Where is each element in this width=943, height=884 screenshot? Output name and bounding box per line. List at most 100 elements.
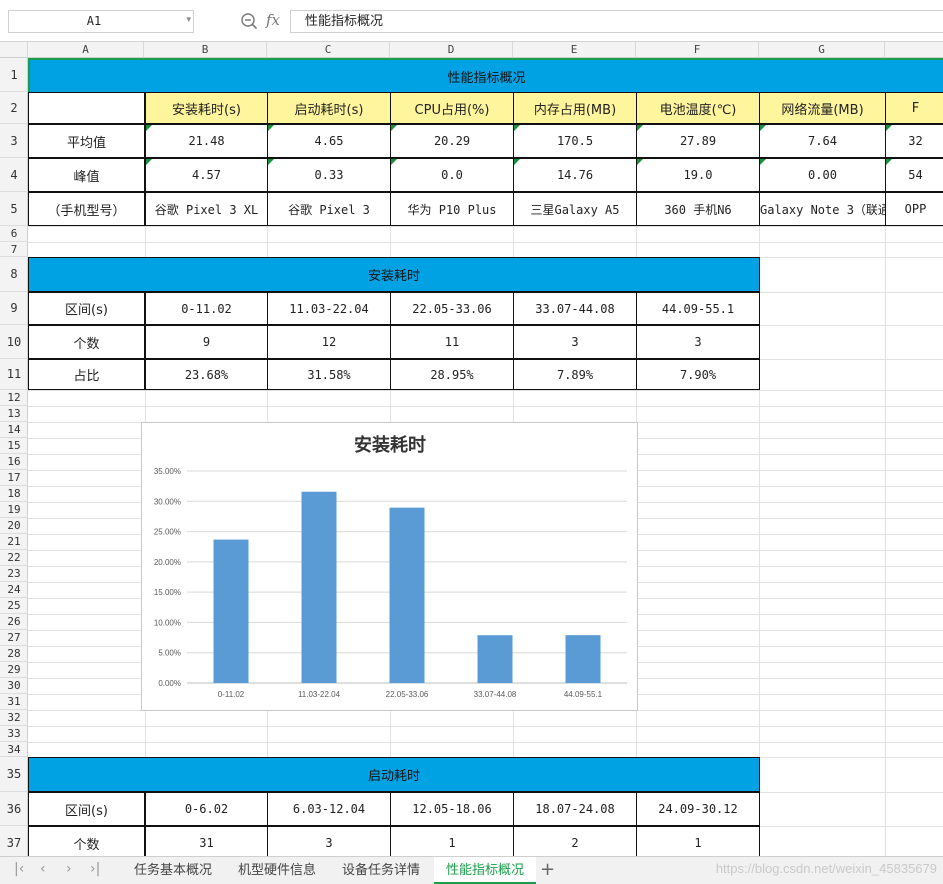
chevron-down-icon[interactable]: ▾ [186, 15, 191, 25]
row-header[interactable]: 32 [0, 710, 28, 726]
install-ratio-label[interactable]: 占比 [28, 359, 145, 390]
row-header[interactable]: 27 [0, 630, 28, 646]
perf-model-cell[interactable]: Galaxy Note 3（联通 [759, 192, 886, 226]
row-header[interactable]: 20 [0, 518, 28, 534]
perf-header-cell[interactable]: 网络流量(MB) [759, 92, 886, 124]
row-header[interactable]: 8 [0, 257, 28, 292]
select-all-corner[interactable] [0, 42, 28, 58]
perf-peak-cell[interactable]: 0.0 [390, 158, 514, 192]
install-ratios-cell[interactable]: 23.68% [145, 359, 268, 390]
zoom-formula-icon[interactable] [240, 12, 258, 30]
row-header[interactable]: 29 [0, 662, 28, 678]
row-header[interactable]: 21 [0, 534, 28, 550]
install-ranges-cell[interactable]: 0-11.02 [145, 292, 268, 325]
startup-counts-cell[interactable]: 1 [390, 826, 514, 856]
startup-range-label[interactable]: 区间(s) [28, 792, 145, 826]
install-range-label[interactable]: 区间(s) [28, 292, 145, 325]
first-sheet-icon[interactable]: |‹ [14, 861, 24, 877]
name-box[interactable]: A1 ▾ [8, 10, 194, 33]
row-header[interactable]: 37 [0, 826, 28, 860]
row-header[interactable]: 14 [0, 422, 28, 438]
startup-ranges-cell[interactable]: 18.07-24.08 [513, 792, 637, 826]
perf-header-blank[interactable] [28, 92, 145, 124]
row-header[interactable]: 23 [0, 566, 28, 582]
row-header[interactable]: 19 [0, 502, 28, 518]
install-counts-cell[interactable]: 9 [145, 325, 268, 359]
perf-peak-cell[interactable]: 19.0 [636, 158, 760, 192]
install-ratios-cell[interactable]: 28.95% [390, 359, 514, 390]
perf-avg-cell[interactable]: 20.29 [390, 124, 514, 158]
tab-device-task-detail[interactable]: 设备任务详情 [330, 857, 432, 884]
startup-ranges-cell[interactable]: 12.05-18.06 [390, 792, 514, 826]
peak-label[interactable]: 峰值 [28, 158, 145, 192]
chart-bar[interactable] [565, 635, 601, 683]
row-header[interactable]: 3 [0, 124, 28, 158]
row-header[interactable]: 30 [0, 678, 28, 694]
row-header[interactable]: 9 [0, 292, 28, 325]
perf-title-cell[interactable]: 性能指标概况 [28, 58, 943, 92]
chart-bar[interactable] [301, 491, 337, 683]
chart-bar[interactable] [389, 507, 425, 683]
column-header-e[interactable]: E [513, 42, 636, 58]
row-header[interactable]: 22 [0, 550, 28, 566]
row-header[interactable]: 2 [0, 92, 28, 124]
column-header-f[interactable]: F [636, 42, 759, 58]
install-ratios-cell[interactable]: 31.58% [267, 359, 391, 390]
startup-count-label[interactable]: 个数 [28, 826, 145, 856]
row-header[interactable]: 4 [0, 158, 28, 192]
column-header-c[interactable]: C [267, 42, 390, 58]
formula-input[interactable]: 性能指标概况 [290, 10, 943, 33]
row-header[interactable]: 16 [0, 454, 28, 470]
startup-counts-cell[interactable]: 31 [145, 826, 268, 856]
install-counts-cell[interactable]: 3 [636, 325, 760, 359]
startup-ranges-cell[interactable]: 0-6.02 [145, 792, 268, 826]
perf-header-cell[interactable]: 启动耗时(s) [267, 92, 391, 124]
row-header[interactable]: 1 [0, 58, 28, 92]
perf-header-cell[interactable]: CPU占用(%) [390, 92, 514, 124]
row-header[interactable]: 11 [0, 359, 28, 390]
install-ranges-cell[interactable]: 33.07-44.08 [513, 292, 637, 325]
install-ratios-cell[interactable]: 7.90% [636, 359, 760, 390]
install-ranges-cell[interactable]: 11.03-22.04 [267, 292, 391, 325]
perf-model-cell[interactable]: 三星Galaxy A5 [513, 192, 637, 226]
install-counts-cell[interactable]: 3 [513, 325, 637, 359]
column-header-a[interactable]: A [28, 42, 144, 58]
row-header[interactable]: 28 [0, 646, 28, 662]
perf-model-cell[interactable]: 谷歌 Pixel 3 [267, 192, 391, 226]
startup-title-cell[interactable]: 启动耗时 [28, 757, 760, 792]
column-header-g[interactable]: G [759, 42, 885, 58]
column-header-d[interactable]: D [390, 42, 513, 58]
row-header[interactable]: 10 [0, 325, 28, 359]
tab-performance-overview[interactable]: 性能指标概况 [434, 857, 536, 884]
row-header[interactable]: 17 [0, 470, 28, 486]
row-header[interactable]: 6 [0, 226, 28, 242]
install-ranges-cell[interactable]: 44.09-55.1 [636, 292, 760, 325]
row-header[interactable]: 34 [0, 742, 28, 757]
perf-avg-cell[interactable]: 4.65 [267, 124, 391, 158]
row-header[interactable]: 15 [0, 438, 28, 454]
add-sheet-icon[interactable]: + [540, 859, 555, 880]
fx-icon[interactable]: fx [266, 11, 280, 29]
perf-peak-cell[interactable]: 0.33 [267, 158, 391, 192]
row-header[interactable]: 12 [0, 390, 28, 406]
install-title-cell[interactable]: 安装耗时 [28, 257, 760, 292]
row-header[interactable]: 5 [0, 192, 28, 226]
row-header[interactable]: 36 [0, 792, 28, 826]
perf-peak-cell[interactable]: 4.57 [145, 158, 268, 192]
startup-ranges-cell[interactable]: 6.03-12.04 [267, 792, 391, 826]
avg-label[interactable]: 平均值 [28, 124, 145, 158]
perf-model-cell[interactable]: OPP [885, 192, 943, 226]
install-ratios-cell[interactable]: 7.89% [513, 359, 637, 390]
startup-counts-cell[interactable]: 3 [267, 826, 391, 856]
row-header[interactable]: 13 [0, 406, 28, 422]
perf-avg-cell[interactable]: 32 [885, 124, 943, 158]
perf-avg-cell[interactable]: 27.89 [636, 124, 760, 158]
row-header[interactable]: 31 [0, 694, 28, 710]
row-header[interactable]: 18 [0, 486, 28, 502]
install-counts-cell[interactable]: 12 [267, 325, 391, 359]
row-header[interactable]: 33 [0, 726, 28, 742]
perf-header-cell[interactable]: F [885, 92, 943, 124]
next-sheet-icon[interactable]: › [66, 861, 72, 877]
install-ranges-cell[interactable]: 22.05-33.06 [390, 292, 514, 325]
column-header-h[interactable] [885, 42, 943, 58]
